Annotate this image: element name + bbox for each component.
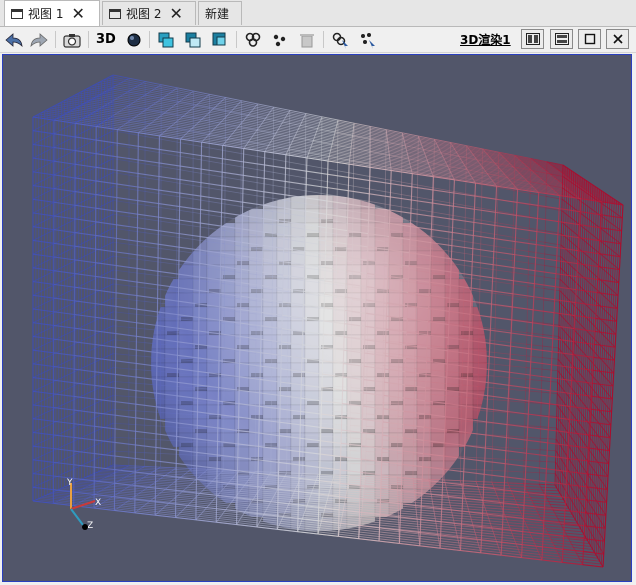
select-points-on-icon bbox=[185, 32, 201, 47]
select-cells-polygon-icon bbox=[245, 32, 261, 47]
tab-new[interactable]: 新建 bbox=[198, 1, 242, 25]
split-horizontal-icon bbox=[525, 33, 540, 45]
close-icon[interactable]: ✕ bbox=[71, 5, 84, 22]
interactive-select-cells-icon bbox=[332, 32, 348, 49]
sphere-button[interactable] bbox=[123, 29, 145, 50]
tab-label: 新建 bbox=[205, 7, 230, 21]
trash-icon bbox=[300, 33, 314, 47]
redo-camera-icon bbox=[30, 32, 48, 47]
tab-label: 视图 1 bbox=[28, 7, 64, 21]
tab-view-1[interactable]: 视图 1 ✕ bbox=[4, 0, 100, 26]
3d-scene[interactable]: Y X Z bbox=[3, 55, 631, 581]
redo-camera-button[interactable] bbox=[28, 29, 50, 50]
select-cells-through-button[interactable] bbox=[209, 29, 231, 50]
window-icon bbox=[109, 8, 121, 19]
screenshot-button[interactable] bbox=[61, 29, 83, 50]
toolbar-separator bbox=[149, 31, 150, 48]
select-cells-on-button[interactable] bbox=[155, 29, 177, 50]
close-icon bbox=[612, 34, 623, 44]
render-view-label[interactable]: 3D渲染1 bbox=[460, 29, 511, 50]
axis-z-label: Z bbox=[87, 521, 93, 531]
clear-selection-button[interactable] bbox=[296, 29, 318, 50]
toolbar-separator bbox=[88, 31, 89, 48]
undo-camera-button[interactable] bbox=[3, 29, 25, 50]
select-points-on-button[interactable] bbox=[182, 29, 204, 50]
sphere-icon bbox=[127, 33, 141, 46]
undo-camera-icon bbox=[5, 32, 23, 47]
maximize-button[interactable] bbox=[578, 29, 601, 49]
view-toolbar: 3D 3D渲染1 bbox=[0, 27, 636, 53]
select-cells-on-icon bbox=[158, 32, 174, 47]
split-horizontal-button[interactable] bbox=[521, 29, 544, 49]
toolbar-separator bbox=[236, 31, 237, 48]
toolbar-separator bbox=[323, 31, 324, 48]
select-points-polygon-button[interactable] bbox=[268, 29, 290, 50]
select-cells-polygon-button[interactable] bbox=[242, 29, 264, 50]
render-viewport[interactable]: Y X Z bbox=[2, 54, 632, 582]
split-vertical-icon bbox=[554, 33, 569, 45]
close-view-button[interactable] bbox=[606, 29, 629, 49]
axis-x-label: X bbox=[95, 498, 101, 508]
interactive-select-points-button[interactable] bbox=[356, 29, 378, 50]
tab-view-2[interactable]: 视图 2 ✕ bbox=[102, 1, 196, 25]
interactive-select-points-icon bbox=[361, 32, 375, 49]
close-icon[interactable]: ✕ bbox=[169, 5, 182, 22]
select-points-polygon-icon bbox=[273, 34, 286, 46]
split-vertical-button[interactable] bbox=[550, 29, 573, 49]
screenshot-icon bbox=[63, 33, 81, 48]
select-cells-through-icon bbox=[212, 32, 226, 45]
3d-mode-button[interactable]: 3D bbox=[96, 29, 116, 50]
tab-bar: 视图 1 ✕ 视图 2 ✕ 新建 bbox=[0, 0, 636, 27]
axis-y-label: Y bbox=[66, 478, 73, 488]
interactive-select-cells-button[interactable] bbox=[329, 29, 351, 50]
maximize-icon bbox=[584, 33, 595, 45]
toolbar-separator bbox=[55, 31, 56, 48]
window-icon bbox=[11, 8, 23, 19]
tab-label: 视图 2 bbox=[126, 7, 162, 21]
